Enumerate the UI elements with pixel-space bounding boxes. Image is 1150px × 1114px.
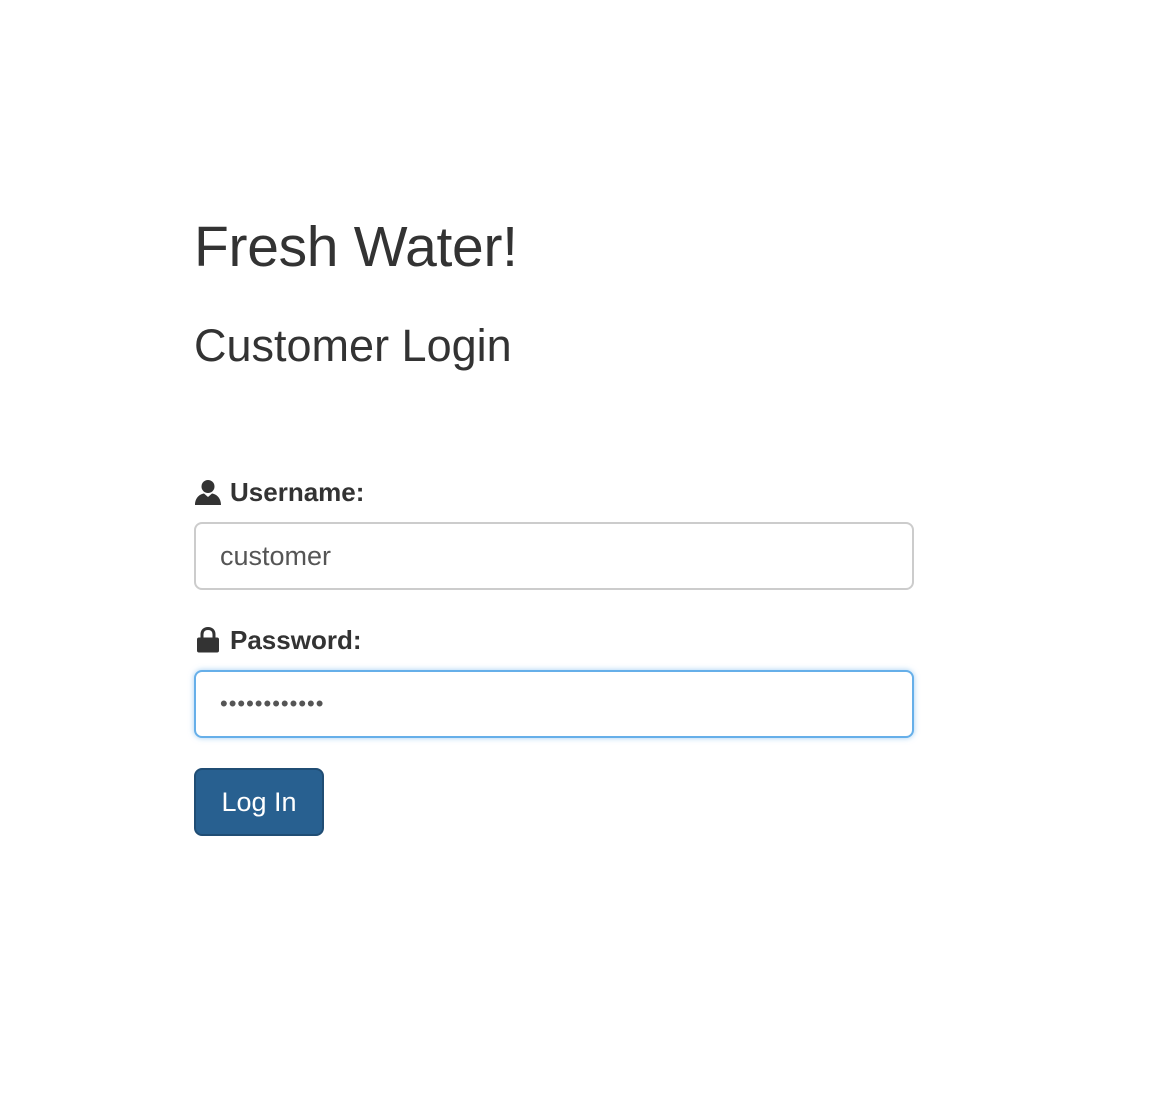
lock-icon [194,626,222,654]
page-title: Customer Login [194,320,512,371]
username-label: Username: [194,472,364,512]
site-title: Fresh Water! [194,215,518,279]
username-field[interactable] [194,522,914,590]
user-icon [194,478,222,506]
login-button[interactable]: Log In [194,768,324,836]
password-label: Password: [194,620,362,660]
username-label-text: Username: [230,476,365,507]
password-field[interactable] [194,670,914,738]
password-label-text: Password: [230,624,362,655]
